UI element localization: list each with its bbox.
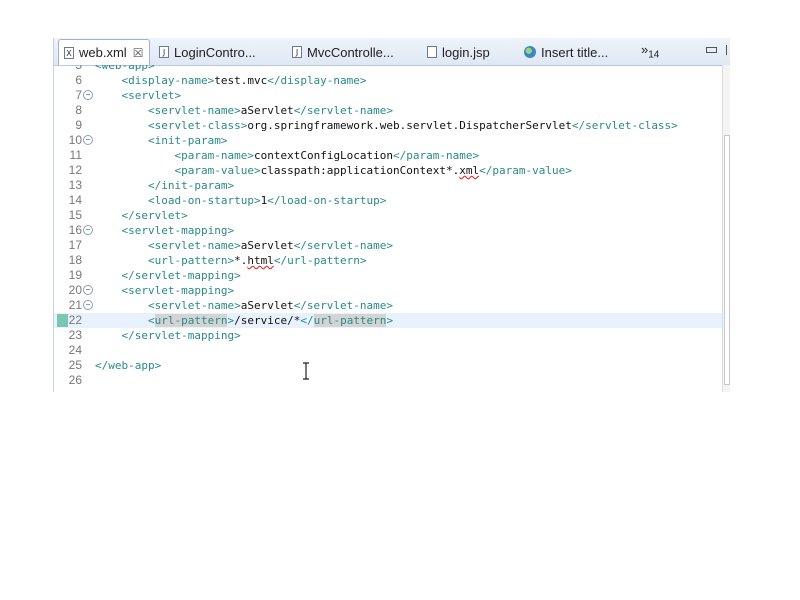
code-line[interactable]: 20− <servlet-mapping> [54, 283, 722, 298]
code-text[interactable]: <web-app> [95, 65, 155, 73]
overflow-count: 14 [648, 49, 660, 61]
code-line[interactable]: 24 [54, 343, 722, 358]
code-line[interactable]: 12 <param-value>classpath:applicationCon… [54, 163, 722, 178]
scrollbar-thumb[interactable] [724, 135, 730, 385]
code-line[interactable]: 7− <servlet> [54, 88, 722, 103]
tab-insert-title[interactable]: Insert title... [519, 40, 608, 64]
tab-label: web.xml [79, 45, 127, 60]
tab-label: login.jsp [442, 44, 490, 60]
code-text[interactable]: <servlet-mapping> [95, 283, 235, 298]
code-line[interactable]: 15 </servlet> [54, 208, 722, 223]
tab-mvc-controller[interactable]: J MvcControlle... [287, 40, 394, 64]
code-line[interactable]: 23 </servlet-mapping> [54, 328, 722, 343]
text-cursor-icon [303, 362, 309, 380]
fold-toggle-icon[interactable]: − [83, 90, 93, 100]
line-number: 25 [68, 358, 82, 372]
line-number: 15 [68, 208, 82, 222]
code-text[interactable]: <url-pattern>*.html</url-pattern> [95, 253, 367, 268]
xml-file-icon: X [64, 46, 74, 59]
line-number: 11 [69, 148, 82, 162]
code-line[interactable]: 8 <servlet-name>aServlet</servlet-name> [54, 103, 722, 118]
java-file-icon: J [292, 46, 302, 58]
editor-window: X web.xml ☒ J LoginContro... J MvcContro… [53, 38, 730, 392]
editor-tab-bar: X web.xml ☒ J LoginContro... J MvcContro… [54, 38, 730, 66]
code-text[interactable]: <load-on-startup>1</load-on-startup> [95, 193, 386, 208]
code-text[interactable]: <servlet-name>aServlet</servlet-name> [95, 298, 393, 313]
code-text[interactable]: <param-name>contextConfigLocation</param… [95, 148, 479, 163]
line-number: 19 [68, 268, 82, 282]
line-number: 7 [75, 88, 82, 102]
line-number: 16 [68, 223, 82, 237]
xml-source-editor[interactable]: 5 <web-app> 6 <display-name>test.mvc</disp… [54, 65, 722, 392]
code-text[interactable]: </servlet> [95, 208, 188, 223]
code-text[interactable]: </init-param> [95, 178, 234, 193]
tab-label: MvcControlle... [307, 44, 394, 60]
close-icon[interactable]: ☒ [133, 46, 144, 60]
code-text[interactable]: </web-app> [95, 358, 161, 373]
code-line[interactable]: 6 <display-name>test.mvc</display-name> [54, 73, 722, 88]
code-line[interactable]: 17 <servlet-name>aServlet</servlet-name> [54, 238, 722, 253]
code-text[interactable]: <servlet-name>aServlet</servlet-name> [95, 238, 393, 253]
tab-overflow-button[interactable]: »14 [641, 42, 659, 61]
line-number: 9 [75, 118, 82, 132]
line-number: 26 [68, 373, 82, 387]
minimize-icon[interactable] [706, 47, 717, 53]
code-line[interactable]: 10− <init-param> [54, 133, 722, 148]
code-text[interactable]: </servlet-mapping> [95, 328, 241, 343]
fold-toggle-icon[interactable]: − [83, 135, 93, 145]
code-line[interactable]: 22 <url-pattern>/service/*</url-pattern> [54, 313, 722, 328]
code-line[interactable]: 25 </web-app> [54, 358, 722, 373]
vertical-scrollbar[interactable] [722, 65, 730, 392]
line-number: 17 [68, 238, 82, 252]
line-number: 24 [68, 343, 82, 357]
maximize-icon[interactable] [726, 45, 730, 55]
fold-toggle-icon[interactable]: − [83, 300, 93, 310]
tab-label: Insert title... [541, 44, 609, 60]
tab-label: LoginContro... [174, 44, 256, 60]
tab-login-jsp[interactable]: login.jsp [422, 40, 490, 64]
code-text[interactable]: <servlet-class>org.springframework.web.s… [95, 118, 678, 133]
fold-toggle-icon[interactable]: − [83, 225, 93, 235]
code-line[interactable]: 26 [54, 373, 722, 388]
globe-icon [524, 46, 536, 58]
line-number: 6 [75, 73, 82, 87]
code-line[interactable]: 11 <param-name>contextConfigLocation</pa… [54, 148, 722, 163]
line-number: 13 [68, 178, 82, 192]
occurrence-marker-icon [57, 314, 68, 327]
line-number: 20 [68, 283, 82, 297]
code-line[interactable]: 9 <servlet-class>org.springframework.web… [54, 118, 722, 133]
fold-toggle-icon[interactable]: − [83, 285, 93, 295]
code-text[interactable]: </servlet-mapping> [95, 268, 241, 283]
code-text[interactable]: <url-pattern>/service/*</url-pattern> [95, 313, 393, 328]
line-number: 23 [68, 328, 82, 342]
line-number: 10 [68, 133, 82, 147]
line-number: 14 [68, 193, 82, 207]
code-text[interactable]: <servlet-mapping> [95, 223, 235, 238]
jsp-file-icon [427, 46, 437, 58]
code-text[interactable]: <display-name>test.mvc</display-name> [95, 73, 367, 88]
code-line[interactable]: 16− <servlet-mapping> [54, 223, 722, 238]
line-number: 8 [75, 103, 82, 117]
tab-login-controller[interactable]: J LoginContro... [154, 40, 256, 64]
code-text[interactable]: <init-param> [95, 133, 227, 148]
code-text[interactable]: <param-value>classpath:applicationContex… [95, 163, 571, 178]
code-text[interactable]: <servlet-name>aServlet</servlet-name> [95, 103, 393, 118]
code-line[interactable]: 19 </servlet-mapping> [54, 268, 722, 283]
code-line[interactable]: 13 </init-param> [54, 178, 722, 193]
line-number: 18 [68, 253, 82, 267]
code-line[interactable]: 14 <load-on-startup>1</load-on-startup> [54, 193, 722, 208]
code-line[interactable]: 21− <servlet-name>aServlet</servlet-name… [54, 298, 722, 313]
line-number: 12 [68, 163, 82, 177]
line-number: 21 [68, 298, 82, 312]
tab-web-xml[interactable]: X web.xml ☒ [58, 39, 150, 65]
code-line[interactable]: 5 <web-app> [54, 65, 722, 73]
code-text[interactable]: <servlet> [95, 88, 182, 103]
line-number: 5 [75, 65, 82, 72]
code-line[interactable]: 18 <url-pattern>*.html</url-pattern> [54, 253, 722, 268]
java-file-icon: J [159, 46, 169, 58]
